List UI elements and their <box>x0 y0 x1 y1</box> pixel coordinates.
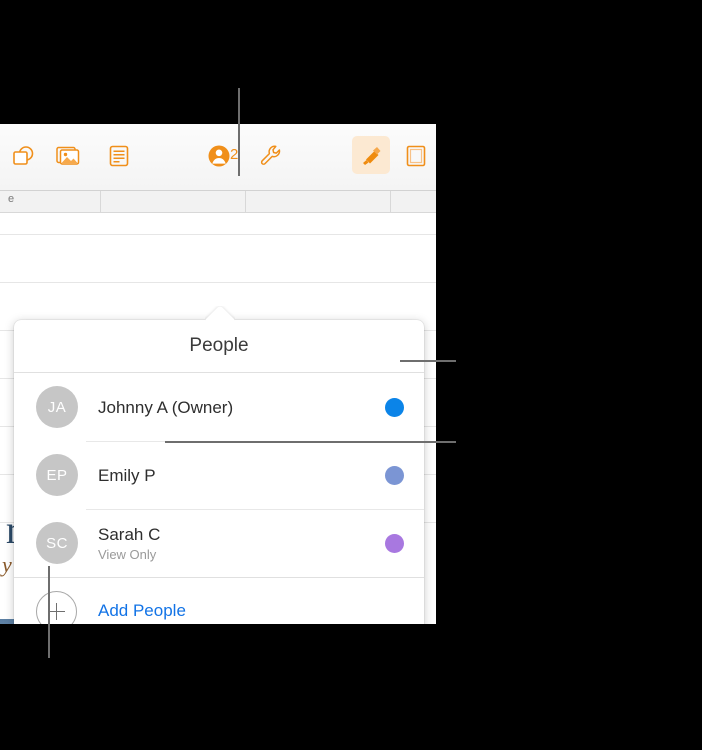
add-people-row[interactable]: Add People <box>14 577 424 624</box>
callout-line-status-dot <box>400 360 456 362</box>
media-icon[interactable] <box>49 136 91 176</box>
person-info: Johnny A (Owner) <box>98 397 385 418</box>
person-name: Emily P <box>98 465 156 485</box>
status-dot-active[interactable] <box>385 397 404 417</box>
toolbar: 2 <box>0 124 436 191</box>
column-separator <box>390 190 391 212</box>
avatar: SC <box>36 522 78 564</box>
list-item[interactable]: EP Emily P <box>14 441 424 509</box>
column-separator <box>100 190 101 212</box>
person-name: Sarah C <box>98 524 161 544</box>
add-people-label: Add People <box>98 601 186 620</box>
document-subtitle-text: y <box>2 552 12 577</box>
text-icon[interactable] <box>98 136 140 176</box>
person-permission-label: View Only <box>98 546 157 562</box>
callout-line-collaborate <box>238 88 240 176</box>
avatar: EP <box>36 454 78 496</box>
list-item[interactable]: SC Sarah C View Only <box>14 509 424 577</box>
person-name: Johnny A (Owner) <box>98 397 234 417</box>
plus-circle-icon <box>36 590 77 624</box>
person-info: Sarah C View Only <box>98 524 385 563</box>
status-dot-participant[interactable] <box>385 465 404 485</box>
people-popover: People JA Johnny A (Owner) EP Emily P SC… <box>14 320 424 624</box>
spreadsheet-header-bar <box>0 190 436 213</box>
list-item[interactable]: JA Johnny A (Owner) <box>14 373 424 441</box>
app-window: e r y 2 People JA Johnny A (Owner) EP Em… <box>0 124 436 624</box>
popover-title: People <box>189 335 249 356</box>
document-icon[interactable] <box>395 136 436 176</box>
callout-line-share-options <box>48 566 50 658</box>
shape-icon[interactable] <box>2 136 44 176</box>
callout-line-view-only <box>165 441 456 443</box>
cell-reference-label: e <box>8 193 15 205</box>
popover-tail <box>205 306 235 322</box>
format-icon[interactable] <box>350 136 392 176</box>
status-dot-viewonly[interactable] <box>385 533 404 553</box>
popover-header: People <box>14 320 424 373</box>
person-info: Emily P <box>98 465 385 486</box>
avatar: JA <box>36 386 78 428</box>
grid-line <box>0 234 436 235</box>
tools-icon[interactable] <box>250 136 292 176</box>
grid-line <box>0 282 436 283</box>
column-separator <box>245 190 246 212</box>
